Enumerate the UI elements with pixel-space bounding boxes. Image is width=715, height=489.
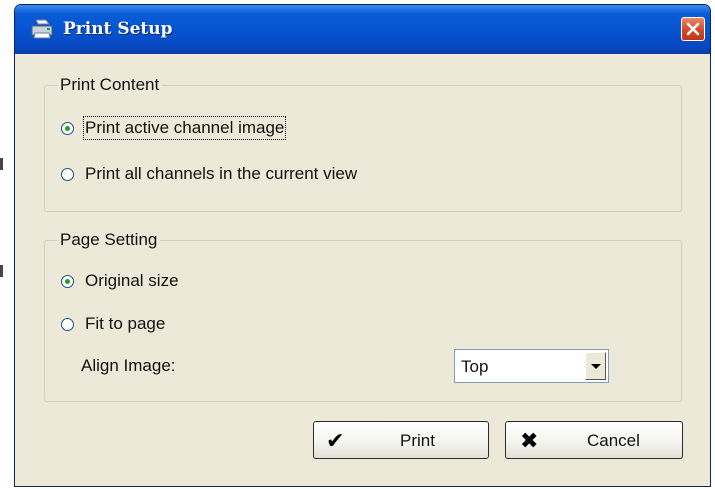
print-content-legend: Print Content: [57, 76, 163, 94]
radio-button[interactable]: [61, 317, 74, 331]
radio-button-checked[interactable]: [61, 121, 74, 135]
print-setup-dialog: Print Setup Print Content Print active c…: [14, 4, 711, 487]
page-setting-group: Page Setting Original size Fit to page A…: [44, 231, 682, 402]
radio-label: Original size: [85, 271, 179, 290]
title-bar[interactable]: Print Setup: [15, 5, 710, 54]
align-image-value: Top: [461, 357, 489, 376]
print-button[interactable]: ✔ Print: [313, 421, 489, 459]
dropdown-arrow-button[interactable]: [585, 352, 606, 380]
close-button[interactable]: [681, 17, 705, 41]
radio-original-size[interactable]: Original size: [61, 270, 179, 292]
align-image-label: Align Image:: [81, 356, 176, 375]
edge-mark: [0, 158, 3, 170]
radio-print-active-channel[interactable]: Print active channel image: [61, 116, 287, 140]
radio-button-checked[interactable]: [61, 274, 74, 288]
chevron-down-icon: [590, 363, 601, 369]
cross-icon: ✖: [520, 428, 539, 453]
radio-label: Fit to page: [85, 314, 166, 333]
print-content-group: Print Content Print active channel image…: [44, 76, 682, 212]
cancel-button-label: Cancel: [587, 431, 640, 450]
align-image-dropdown[interactable]: Top: [454, 349, 609, 383]
radio-print-all-channels[interactable]: Print all channels in the current view: [61, 163, 357, 185]
cancel-button[interactable]: ✖ Cancel: [505, 421, 683, 459]
radio-fit-to-page[interactable]: Fit to page: [61, 313, 165, 335]
print-button-label: Print: [400, 431, 435, 450]
printer-icon: [30, 18, 54, 45]
edge-mark: [0, 265, 3, 277]
dialog-body: Print Content Print active channel image…: [20, 54, 705, 481]
dialog-title: Print Setup: [63, 19, 173, 39]
radio-label: Print all channels in the current view: [85, 164, 358, 183]
radio-button[interactable]: [61, 167, 74, 181]
page-setting-legend: Page Setting: [57, 231, 161, 249]
radio-label: Print active channel image: [82, 116, 287, 140]
close-icon: [686, 22, 700, 36]
checkmark-icon: ✔: [326, 428, 345, 453]
